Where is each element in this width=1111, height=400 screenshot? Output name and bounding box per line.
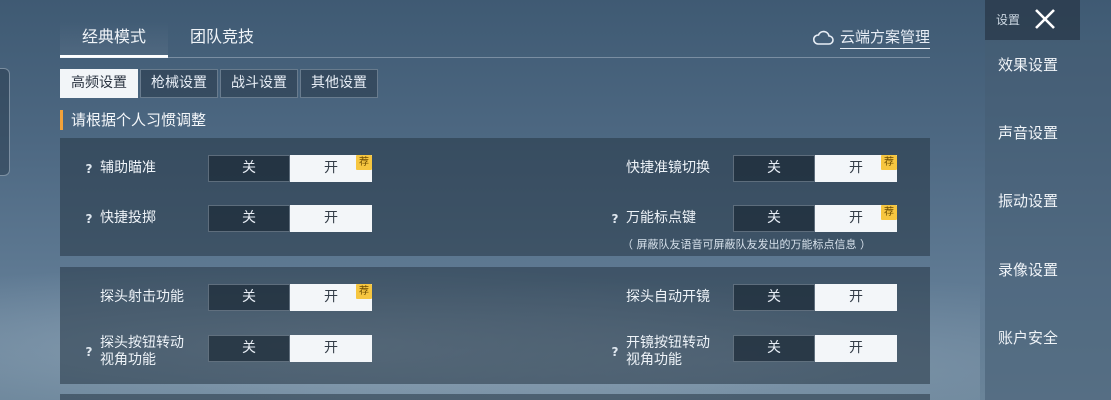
universal-marker-off-button[interactable]: 关 xyxy=(733,205,815,232)
peek-auto-scope-toggle: 关 开 xyxy=(733,284,897,311)
peek-auto-scope-off-button[interactable]: 关 xyxy=(733,284,815,311)
tab-team-deathmatch[interactable]: 团队竞技 xyxy=(168,22,276,58)
help-icon[interactable]: ? xyxy=(608,212,622,226)
sidebar-item-effects[interactable]: 效果设置 xyxy=(998,54,1058,75)
quick-throw-label: 快捷投掷 xyxy=(100,210,156,226)
scope-button-turn-on-button[interactable]: 开 xyxy=(815,335,897,362)
universal-marker-on-button[interactable]: 开 荐 xyxy=(815,205,897,232)
sub-tabs: 高频设置 枪械设置 战斗设置 其他设置 xyxy=(60,69,378,98)
setting-peek-fire: 探头射击功能 xyxy=(100,289,184,306)
quick-scope-switch-label: 快捷准镜切换 xyxy=(626,160,710,176)
aim-assist-on-button[interactable]: 开 荐 xyxy=(290,155,372,182)
sidebar-item-sound[interactable]: 声音设置 xyxy=(998,122,1058,143)
help-icon[interactable]: ? xyxy=(82,345,96,359)
aim-assist-toggle: 关 开 荐 xyxy=(208,155,372,182)
quick-throw-on-button[interactable]: 开 xyxy=(290,205,372,232)
help-icon[interactable]: ? xyxy=(82,162,96,176)
aim-assist-label: 辅助瞄准 xyxy=(100,160,156,176)
setting-scope-button-turn: ? 开镜按钮转动 视角功能 xyxy=(608,335,710,369)
setting-aim-assist: ? 辅助瞄准 xyxy=(82,160,156,177)
sidebar-item-vibration[interactable]: 振动设置 xyxy=(998,190,1058,211)
quick-scope-switch-toggle: 关 开 荐 xyxy=(733,155,897,182)
section-title: 请根据个人习惯调整 xyxy=(60,110,206,130)
sidebar-title: 设置 xyxy=(996,13,1021,27)
settings-panel-3 xyxy=(60,394,930,400)
peek-auto-scope-on-button[interactable]: 开 xyxy=(815,284,897,311)
close-icon[interactable] xyxy=(1032,6,1058,32)
aim-assist-on-label: 开 xyxy=(324,160,338,176)
quick-scope-switch-on-button[interactable]: 开 荐 xyxy=(815,155,897,182)
scope-button-turn-label-line1: 开镜按钮转动 xyxy=(626,335,710,351)
peek-fire-on-label: 开 xyxy=(324,289,338,305)
tab-other-settings[interactable]: 其他设置 xyxy=(300,69,378,98)
recommend-badge: 荐 xyxy=(881,205,897,220)
peek-fire-label: 探头射击功能 xyxy=(100,289,184,305)
sidebar-item-recording[interactable]: 录像设置 xyxy=(998,259,1058,280)
setting-peek-auto-scope: 探头自动开镜 xyxy=(626,289,710,306)
quick-scope-switch-on-label: 开 xyxy=(849,160,863,176)
universal-marker-on-label: 开 xyxy=(849,210,863,226)
peek-fire-off-button[interactable]: 关 xyxy=(208,284,290,311)
recommend-badge: 荐 xyxy=(881,155,897,170)
universal-marker-toggle: 关 开 荐 xyxy=(733,205,897,232)
universal-marker-label: 万能标点键 xyxy=(626,210,696,226)
quick-throw-off-button[interactable]: 关 xyxy=(208,205,290,232)
settings-panel-2: 探头射击功能 关 开 荐 探头自动开镜 关 开 ? 探头按钮转动 视角功能 关 … xyxy=(60,267,930,384)
cloud-plan-link[interactable]: 云端方案管理 xyxy=(812,26,930,49)
setting-universal-marker: ? 万能标点键 xyxy=(608,210,696,227)
universal-marker-note: （ 屏蔽队友语音可屏蔽队友发出的万能标点信息 ） xyxy=(622,238,871,251)
peek-fire-on-button[interactable]: 开 荐 xyxy=(290,284,372,311)
peek-button-turn-off-button[interactable]: 关 xyxy=(208,335,290,362)
tab-frequent-settings[interactable]: 高频设置 xyxy=(60,69,138,98)
cloud-plan-label: 云端方案管理 xyxy=(839,26,930,49)
tabs-divider xyxy=(60,57,930,58)
recommend-badge: 荐 xyxy=(356,284,372,299)
tab-combat-settings[interactable]: 战斗设置 xyxy=(220,69,298,98)
peek-button-turn-label-line1: 探头按钮转动 xyxy=(100,335,184,351)
peek-button-turn-on-button[interactable]: 开 xyxy=(290,335,372,362)
quick-scope-switch-off-button[interactable]: 关 xyxy=(733,155,815,182)
tab-weapon-settings[interactable]: 枪械设置 xyxy=(140,69,218,98)
aim-assist-off-button[interactable]: 关 xyxy=(208,155,290,182)
scope-button-turn-off-button[interactable]: 关 xyxy=(733,335,815,362)
sidebar-item-account-security[interactable]: 账户安全 xyxy=(998,327,1058,348)
peek-button-turn-label-line2: 视角功能 xyxy=(100,352,156,368)
tab-classic-mode[interactable]: 经典模式 xyxy=(60,22,168,58)
peek-button-turn-label: 探头按钮转动 视角功能 xyxy=(100,335,184,369)
setting-quick-scope-switch: 快捷准镜切换 xyxy=(626,160,710,177)
scope-button-turn-label: 开镜按钮转动 视角功能 xyxy=(626,335,710,369)
cloud-icon xyxy=(812,30,834,45)
help-icon[interactable]: ? xyxy=(82,212,96,226)
left-drawer-handle[interactable] xyxy=(0,68,10,176)
settings-panel-1: ? 辅助瞄准 关 开 荐 快捷准镜切换 关 开 荐 ? 快捷投掷 关 开 ? 万… xyxy=(60,138,930,256)
peek-fire-toggle: 关 开 荐 xyxy=(208,284,372,311)
help-icon[interactable]: ? xyxy=(608,345,622,359)
recommend-badge: 荐 xyxy=(356,155,372,170)
quick-throw-toggle: 关 开 xyxy=(208,205,372,232)
setting-quick-throw: ? 快捷投掷 xyxy=(82,210,156,227)
scope-button-turn-label-line2: 视角功能 xyxy=(626,352,682,368)
peek-auto-scope-label: 探头自动开镜 xyxy=(626,289,710,305)
setting-peek-button-turn: ? 探头按钮转动 视角功能 xyxy=(82,335,184,369)
scope-button-turn-toggle: 关 开 xyxy=(733,335,897,362)
mode-tabs: 经典模式 团队竞技 xyxy=(60,22,276,58)
peek-button-turn-toggle: 关 开 xyxy=(208,335,372,362)
